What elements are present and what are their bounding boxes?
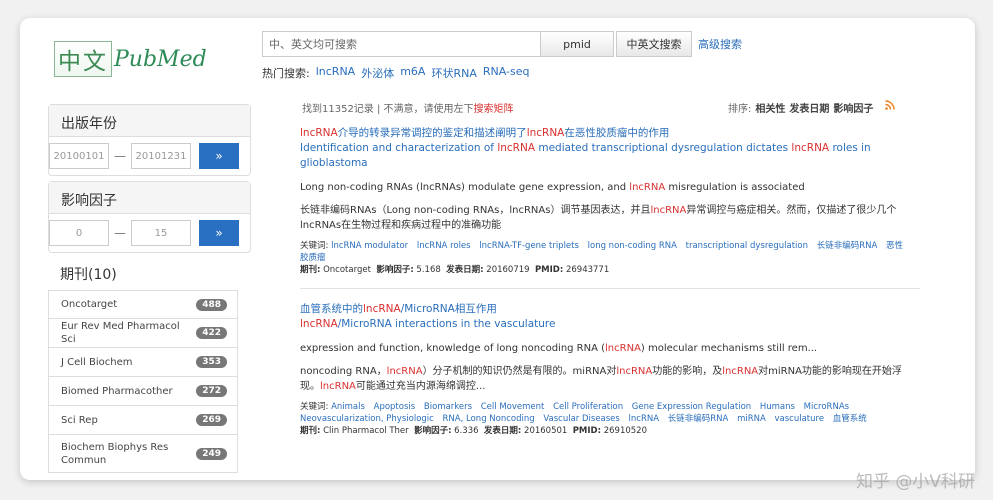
journal-item[interactable]: Biochem Biophys Res Commun 249: [48, 435, 238, 473]
result-abstract-zh: 长链非编码RNAs（Long non-coding RNAs，lncRNAs）调…: [300, 205, 897, 231]
journal-name: Eur Rev Med Pharmacol Sci: [61, 321, 180, 345]
keyword-link[interactable]: Apoptosis: [374, 402, 416, 412]
count-badge: 422: [196, 327, 227, 339]
logo-cn-text: 中文: [54, 41, 112, 77]
year-filter-go-button[interactable]: »: [199, 143, 239, 169]
result-keywords: 关键词: Animals Apoptosis Biomarkers Cell M…: [300, 401, 910, 425]
result-count-text: 找到11352记录 | 不满意，请使用左下: [302, 104, 474, 115]
journal-name: J Cell Biochem: [61, 356, 133, 368]
sort-date[interactable]: 发表日期: [789, 100, 829, 115]
result-abstract: expression and function, knowledge of lo…: [300, 343, 818, 354]
year-filter-panel: 出版年份 — »: [48, 104, 251, 176]
logo-en-text: PubMed: [114, 46, 207, 72]
keyword-link[interactable]: Vascular Diseases: [543, 414, 619, 424]
journal-item[interactable]: Oncotarget 488: [48, 290, 238, 319]
keyword-link[interactable]: lncRNA-TF-gene triplets: [479, 241, 579, 251]
keywords-label: 关键词:: [300, 241, 329, 251]
keyword-link[interactable]: Biomarkers: [424, 402, 472, 412]
year-to-input[interactable]: [131, 143, 191, 169]
sort-impact[interactable]: 影响因子: [833, 100, 873, 115]
keyword-link[interactable]: Neovascularization, Physiologic: [300, 414, 434, 424]
result-title-zh[interactable]: lncRNA介导的转录异常调控的鉴定和描述阐明了lncRNA在恶性胶质瘤中的作用: [300, 126, 920, 141]
keyword-link[interactable]: Cell Movement: [481, 402, 545, 412]
journal-list: Oncotarget 488 Eur Rev Med Pharmacol Sci…: [48, 290, 238, 473]
hot-searches-label: 热门搜索:: [262, 67, 310, 80]
pmid-button[interactable]: pmid: [540, 31, 614, 57]
search-bar: pmid 中英文搜索 高级搜索: [262, 31, 742, 57]
bilingual-search-button[interactable]: 中英文搜索: [616, 31, 692, 57]
result-item: 血管系统中的lncRNA/MicroRNA相互作用 lncRNA/MicroRN…: [300, 302, 920, 437]
keyword-link[interactable]: Humans: [760, 402, 795, 412]
impact-filter-panel: 影响因子 — »: [48, 181, 251, 253]
year-filter-title: 出版年份: [49, 105, 250, 137]
keyword-link[interactable]: lncRNA: [629, 414, 660, 424]
keyword-link[interactable]: 血管系统: [833, 414, 867, 424]
journal-name: Sci Rep: [61, 414, 98, 426]
keyword-link[interactable]: lncRNA roles: [417, 241, 471, 251]
journal-item[interactable]: Sci Rep 269: [48, 406, 238, 435]
hot-keyword-link[interactable]: 外泌体: [361, 65, 394, 81]
count-badge: 249: [196, 447, 227, 460]
keywords-label: 关键词:: [300, 402, 329, 412]
result-keywords: 关键词: lncRNA modulator lncRNA roles lncRN…: [300, 240, 910, 264]
keyword-link[interactable]: 长链非编码RNA: [817, 241, 878, 251]
count-badge: 272: [196, 385, 227, 397]
journal-filter-title: 期刊(10): [60, 267, 117, 283]
result-title-en[interactable]: Identification and characterization of l…: [300, 141, 920, 171]
hot-searches: 热门搜索: lncRNA 外泌体 m6A 环状RNA RNA-seq: [262, 65, 529, 81]
sort-relevance[interactable]: 相关性: [755, 100, 785, 115]
journal-name: Biochem Biophys Res Commun: [61, 441, 169, 466]
result-divider: [300, 288, 920, 289]
hot-keyword-link[interactable]: lncRNA: [316, 65, 355, 81]
result-abstract-zh: noncoding RNA，lncRNA）分子机制的知识仍然是有限的。miRNA…: [300, 366, 902, 392]
keyword-link[interactable]: MicroRNAs: [804, 402, 849, 412]
hot-keyword-link[interactable]: 环状RNA: [431, 65, 476, 81]
search-input[interactable]: [262, 31, 540, 57]
journal-item[interactable]: J Cell Biochem 353: [48, 348, 238, 377]
keyword-link[interactable]: Gene Expression Regulation: [632, 402, 751, 412]
journal-name: Oncotarget: [61, 299, 118, 310]
keyword-link[interactable]: RNA, Long Noncoding: [443, 414, 535, 424]
rss-icon[interactable]: [885, 100, 896, 115]
hot-keyword-link[interactable]: RNA-seq: [483, 65, 530, 81]
keyword-link[interactable]: Cell Proliferation: [553, 402, 623, 412]
journal-name: Biomed Pharmacother: [61, 385, 173, 397]
result-abstract: Long non-coding RNAs (lncRNAs) modulate …: [300, 182, 805, 193]
result-item: lncRNA介导的转录异常调控的鉴定和描述阐明了lncRNA在恶性胶质瘤中的作用…: [300, 126, 920, 276]
keyword-link[interactable]: transcriptional dysregulation: [686, 241, 808, 251]
watermark: 知乎 @小V科研: [855, 472, 975, 492]
impact-to-input[interactable]: [131, 220, 191, 246]
sort-bar: 排序: 相关性 发表日期 影响因子: [728, 100, 896, 115]
range-dash: —: [114, 149, 126, 163]
count-badge: 353: [196, 356, 227, 368]
journal-item[interactable]: Biomed Pharmacother 272: [48, 377, 238, 406]
keyword-link[interactable]: vasculature: [775, 414, 825, 424]
keyword-link[interactable]: lncRNA modulator: [331, 241, 408, 251]
impact-from-input[interactable]: [49, 220, 109, 246]
keyword-link[interactable]: Animals: [331, 402, 365, 412]
result-count: 找到11352记录 | 不满意，请使用左下搜索矩阵: [302, 100, 514, 115]
result-title-zh[interactable]: 血管系统中的lncRNA/MicroRNA相互作用: [300, 302, 920, 317]
impact-filter-go-button[interactable]: »: [199, 220, 239, 246]
logo[interactable]: 中文 PubMed: [54, 40, 207, 78]
year-from-input[interactable]: [49, 143, 109, 169]
count-badge: 269: [196, 414, 227, 426]
main-card: 中文 PubMed pmid 中英文搜索 高级搜索 热门搜索: lncRNA 外…: [20, 18, 975, 480]
count-badge: 488: [196, 298, 227, 311]
result-info: 期刊: Clin Pharmacol Ther 影响因子: 6.336 发表日期…: [300, 426, 647, 436]
keyword-link[interactable]: miRNA: [737, 414, 766, 424]
advanced-search-link[interactable]: 高级搜索: [698, 36, 742, 52]
sort-label: 排序:: [728, 104, 752, 115]
search-matrix-link[interactable]: 搜索矩阵: [474, 104, 514, 115]
impact-filter-title: 影响因子: [49, 182, 250, 214]
keyword-link[interactable]: long non-coding RNA: [588, 241, 677, 251]
journal-item[interactable]: Eur Rev Med Pharmacol Sci 422: [48, 319, 238, 348]
keyword-link[interactable]: 长链非编码RNA: [668, 414, 729, 424]
result-title-en[interactable]: lncRNA/MicroRNA interactions in the vasc…: [300, 317, 920, 332]
hot-keyword-link[interactable]: m6A: [400, 65, 425, 81]
range-dash: —: [114, 226, 126, 240]
result-info: 期刊: Oncotarget 影响因子: 5.168 发表日期: 2016071…: [300, 265, 610, 275]
